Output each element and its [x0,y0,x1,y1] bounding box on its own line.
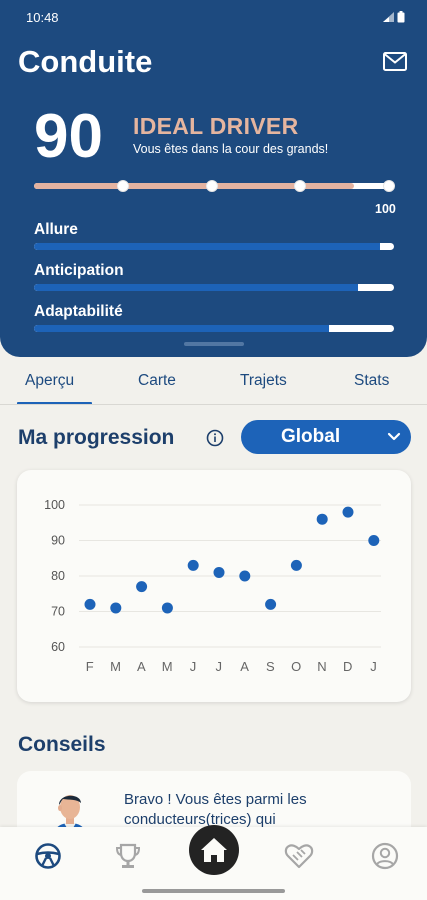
y-tick-label: 90 [51,534,65,548]
score-max-label: 100 [375,202,396,216]
info-icon[interactable] [206,429,224,447]
y-tick-label: 70 [51,605,65,619]
data-point [316,513,328,525]
metric-fill-adaptabilite [34,325,330,332]
data-point [265,598,277,610]
page-title: Conduite [18,44,153,79]
x-tick-label: N [317,659,327,674]
mail-icon[interactable] [383,52,407,71]
x-tick-label: S [266,659,275,674]
score-milestone-marker [383,180,395,192]
data-point [187,559,199,571]
metric-label-adaptabilite: Adaptabilité [34,303,123,320]
tab-trajets[interactable]: Trajets [240,372,287,390]
driver-level-subtitle: Vous êtes dans la cour des grands! [133,142,329,156]
score-milestone-marker [205,180,218,192]
driving-score: 90 [34,102,103,171]
metric-fill-allure [34,243,380,250]
data-point [368,535,380,546]
data-point [136,581,148,593]
y-tick-label: 60 [51,640,65,654]
tab-carte[interactable]: Carte [138,372,176,390]
profile-icon[interactable] [370,841,400,871]
chevron-down-icon [387,432,401,441]
tab-apercu[interactable]: Aperçu [25,372,74,390]
driving-header-panel: 10:48 Conduite 90 IDEAL DRIVER Vous êtes… [0,0,427,357]
x-tick-label: D [343,659,353,674]
advice-text: Bravo ! Vous êtes parmi les conducteurs(… [124,791,307,828]
period-filter-dropdown[interactable]: Global [241,420,411,454]
data-point [342,506,354,518]
data-point [110,602,122,614]
drag-handle[interactable] [184,342,244,346]
data-point [213,566,225,578]
x-tick-label: M [110,659,121,674]
signal-icon [383,12,394,22]
metric-label-anticipation: Anticipation [34,262,124,279]
progression-chart: 60 70 80 90 100 F M A M J J A S O N D J [44,498,381,674]
y-tick-label: 100 [44,498,65,512]
score-progress-bar [34,180,395,192]
home-button[interactable] [189,825,239,875]
x-tick-label: J [370,659,377,674]
conseils-title: Conseils [18,733,106,756]
status-bar: 10:48 [26,8,405,26]
score-milestone-marker [294,180,307,192]
x-tick-label: J [216,659,223,674]
x-tick-label: A [240,659,249,674]
x-tick-label: J [190,659,197,674]
data-point [239,570,251,582]
home-icon [201,838,227,862]
gesture-bar [142,889,285,893]
metric-label-allure: Allure [34,221,78,238]
heart-hands-icon[interactable] [284,841,314,871]
data-point [161,602,173,614]
x-tick-label: M [162,659,173,674]
progression-title: Ma progression [18,426,175,449]
metric-bar-anticipation [34,284,394,291]
metric-bar-allure [34,243,394,250]
steering-wheel-icon[interactable] [33,841,63,871]
battery-icon [397,11,405,23]
x-tick-label: F [86,659,94,674]
data-point [290,559,302,571]
bottom-navigation [0,825,427,900]
trophy-icon[interactable] [113,841,143,871]
score-milestone-marker [116,180,129,192]
data-point [84,598,96,610]
x-tick-label: O [291,659,302,674]
status-time: 10:48 [26,9,59,25]
tabs-divider [0,404,427,405]
tab-stats[interactable]: Stats [354,372,389,390]
driver-level: IDEAL DRIVER [133,113,299,139]
period-filter-value: Global [281,426,341,447]
y-tick-label: 80 [51,569,65,583]
metric-fill-anticipation [34,284,358,291]
progression-chart-card: 60 70 80 90 100 F M A M J J A S O N D J [17,470,411,702]
x-tick-label: A [137,659,146,674]
metric-bar-adaptabilite [34,325,394,332]
tab-bar: Aperçu Carte Trajets Stats [0,358,427,404]
